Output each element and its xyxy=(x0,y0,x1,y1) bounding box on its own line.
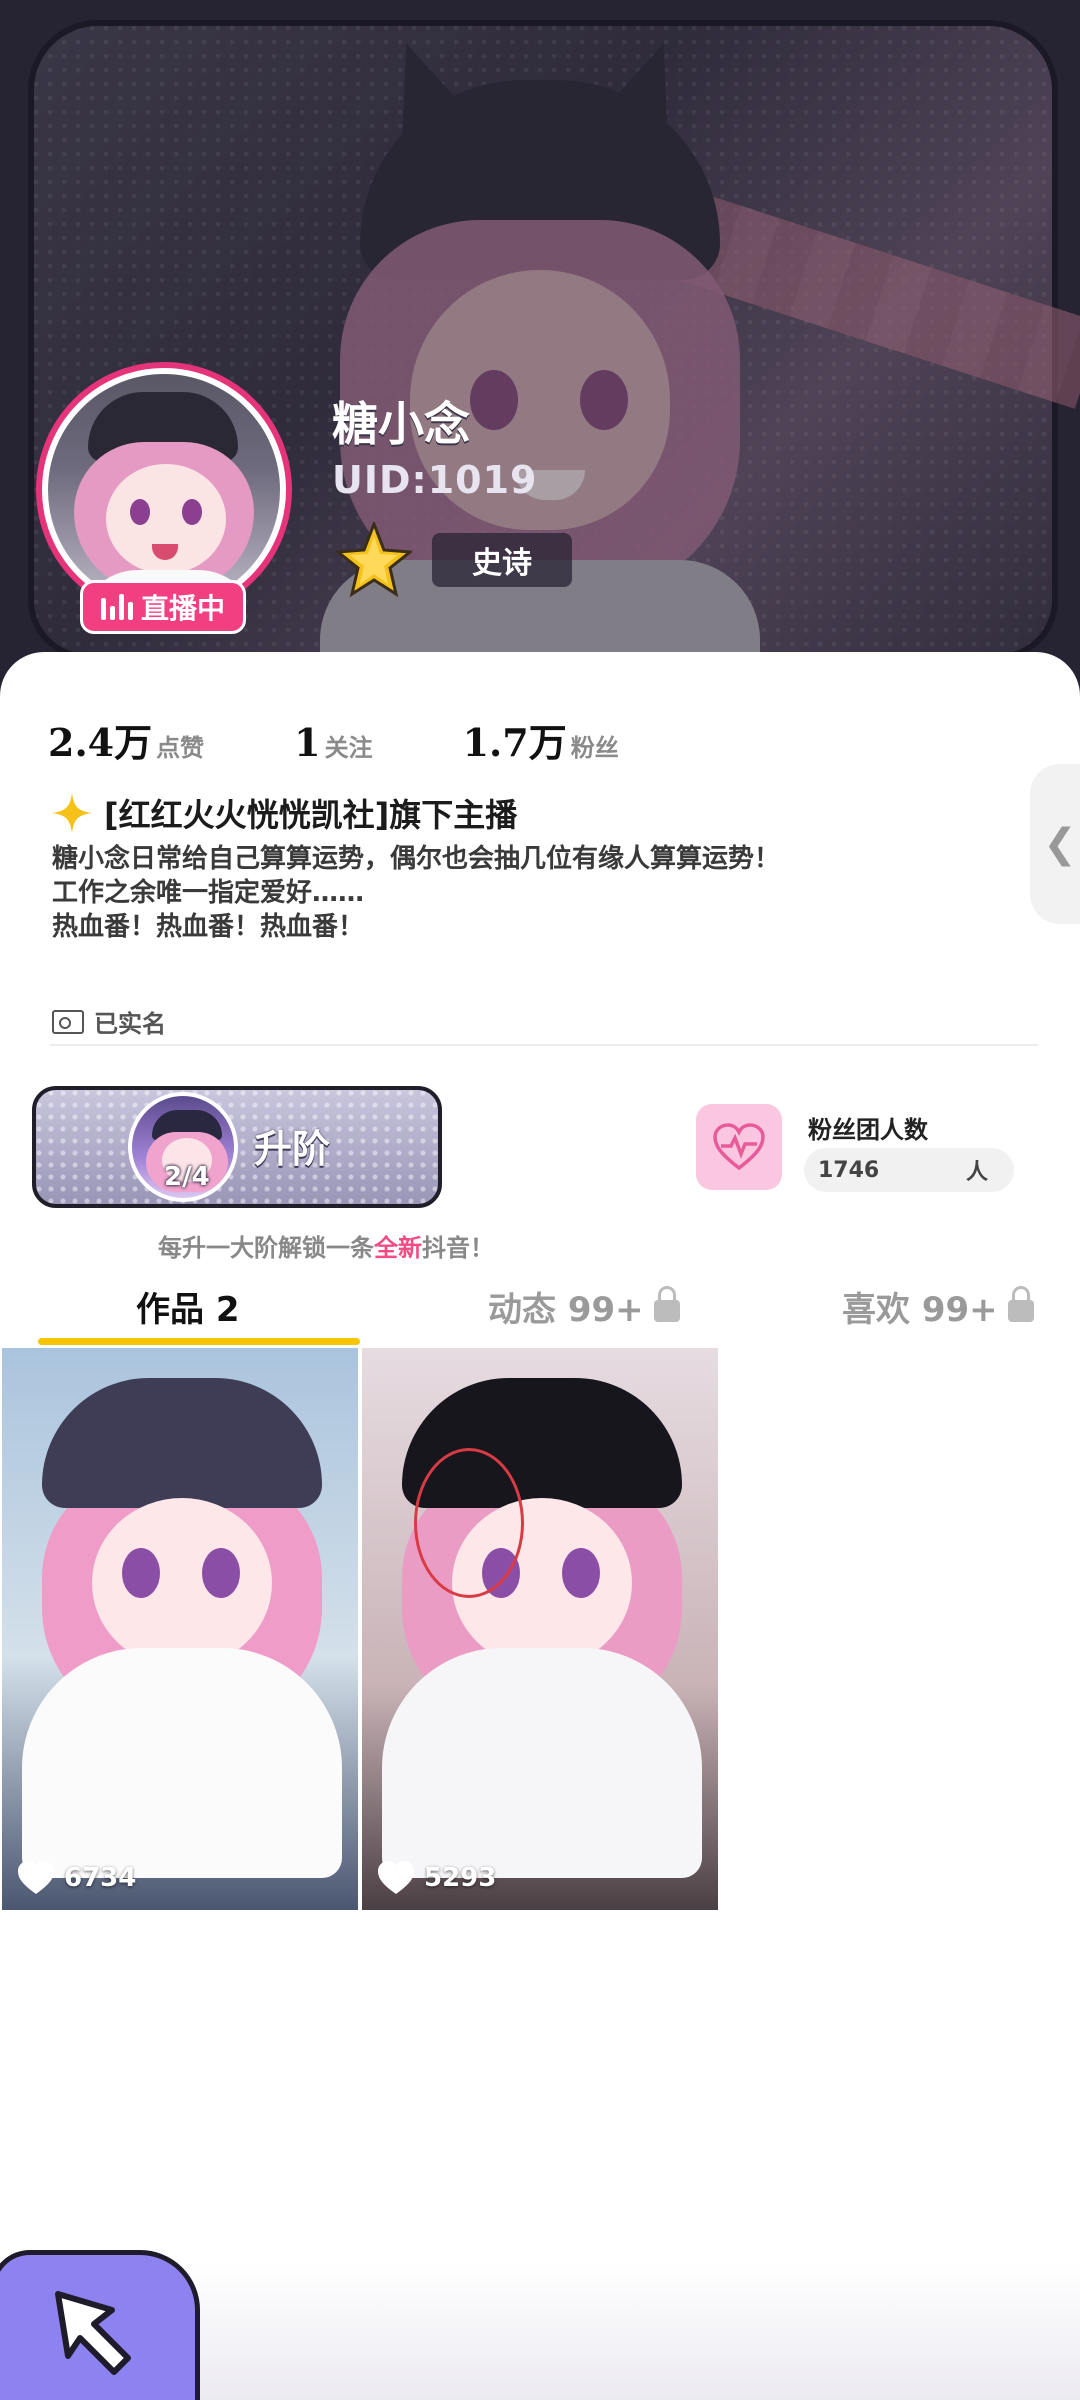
upgrade-tip-highlight: 全新 xyxy=(374,1234,422,1262)
stat-likes-value: 2.4万 xyxy=(48,720,153,765)
stat-following[interactable]: 1 关注 xyxy=(294,720,372,765)
stat-likes-label: 点赞 xyxy=(156,734,205,762)
team-affiliation: [红红火火恍恍凯社]旗下主播 xyxy=(50,790,517,836)
stats-row: 2.4万 点赞 1 关注 1.7万 粉丝 xyxy=(48,712,709,767)
cursor-arrow-icon xyxy=(55,2291,131,2375)
bio-line: 糖小念日常给自己算算运势，偶尔也会抽几位有缘人算算运势！ xyxy=(52,844,781,874)
tab-likes-label: 喜欢 99+ xyxy=(842,1289,998,1330)
upgrade-tip: 每升一大阶解锁一条全新抖音！ xyxy=(158,1228,494,1263)
fan-club-title: 粉丝团人数 xyxy=(808,1116,928,1144)
avatar-image xyxy=(48,374,280,606)
chevron-left-icon: ❮ xyxy=(1043,821,1077,867)
heart-icon xyxy=(378,1861,414,1894)
verified-label: 已实名 xyxy=(94,1010,166,1038)
tier-label: 史诗 xyxy=(432,533,572,587)
works-grid: 6734 5293 xyxy=(0,1348,1080,1912)
floating-action-button[interactable] xyxy=(0,2250,200,2400)
side-drawer-tab[interactable]: ❮ xyxy=(1030,764,1080,924)
heart-pulse-icon xyxy=(713,1123,765,1171)
tab-moments-label: 动态 99+ xyxy=(488,1289,644,1330)
bio-line: 工作之余唯一指定爱好…… xyxy=(52,878,365,908)
live-bars-icon xyxy=(100,594,133,620)
upgrade-button[interactable]: 2/4 升阶 xyxy=(32,1086,442,1208)
profile-content: 2.4万 点赞 1 关注 1.7万 粉丝 [红红火火恍恍凯社]旗下主播 糖小念日… xyxy=(0,652,1080,2400)
heart-icon xyxy=(18,1861,54,1894)
tab-active-indicator xyxy=(38,1338,360,1345)
tier-badge[interactable]: 史诗 xyxy=(336,520,636,600)
stat-following-label: 关注 xyxy=(324,734,373,762)
profile-page: 直播中 糖小念 UID:1019 史诗 2.4万 点赞 1 关注 1.7万 粉丝… xyxy=(0,0,1080,2400)
lock-icon xyxy=(1007,1286,1034,1322)
user-name: 糖小念 xyxy=(332,397,470,451)
lock-icon xyxy=(653,1286,680,1322)
work-likes-count: 6734 xyxy=(64,1863,137,1893)
upgrade-label: 升阶 xyxy=(254,1127,331,1171)
stat-fans-value: 1.7万 xyxy=(462,720,567,765)
fan-club-button[interactable] xyxy=(696,1104,782,1190)
profile-banner: 直播中 糖小念 UID:1019 史诗 xyxy=(0,0,1080,700)
stat-following-value: 1 xyxy=(294,720,321,765)
live-badge[interactable]: 直播中 xyxy=(80,580,246,634)
work-item[interactable]: 5293 xyxy=(362,1348,718,1910)
fan-club-count-unit: 人 xyxy=(965,1160,988,1185)
team-text: [红红火火恍恍凯社]旗下主播 xyxy=(104,796,518,834)
work-likes: 6734 xyxy=(16,1860,136,1896)
upgrade-progress: 2/4 xyxy=(164,1162,210,1192)
bio: 糖小念日常给自己算算运势，偶尔也会抽几位有缘人算算运势！ 工作之余唯一指定爱好…… xyxy=(52,842,952,944)
tab-works[interactable]: 作品 2 xyxy=(136,1270,240,1342)
user-uid: UID:1019 xyxy=(332,458,538,502)
tab-works-label: 作品 2 xyxy=(136,1289,240,1330)
divider xyxy=(50,1044,1038,1046)
tab-likes[interactable]: 喜欢 99+ xyxy=(842,1270,1034,1342)
upgrade-tip-prefix: 每升一大阶解锁一条 xyxy=(158,1234,374,1262)
bio-line: 热血番！热血番！热血番！ xyxy=(52,912,365,942)
sparkle-icon xyxy=(52,793,92,833)
fan-club-count: 1746 人 xyxy=(804,1148,1014,1192)
work-likes-count: 5293 xyxy=(424,1863,497,1893)
content-tabs: 作品 2 动态 99+ 喜欢 99+ xyxy=(0,1270,1080,1342)
stat-likes[interactable]: 2.4万 点赞 xyxy=(48,712,204,767)
annotation-circle xyxy=(414,1448,524,1598)
stat-fans-label: 粉丝 xyxy=(570,734,619,762)
stat-fans[interactable]: 1.7万 粉丝 xyxy=(463,712,619,767)
work-item[interactable]: 6734 xyxy=(2,1348,358,1910)
verified-status: 已实名 xyxy=(52,1004,166,1039)
fan-club-count-value: 1746 xyxy=(818,1157,880,1183)
id-card-icon xyxy=(52,1009,84,1034)
upgrade-tip-suffix: 抖音！ xyxy=(422,1234,494,1262)
tier-star-icon xyxy=(336,522,412,598)
tab-moments[interactable]: 动态 99+ xyxy=(488,1270,680,1342)
live-badge-label: 直播中 xyxy=(140,592,225,625)
work-likes: 5293 xyxy=(376,1860,496,1896)
